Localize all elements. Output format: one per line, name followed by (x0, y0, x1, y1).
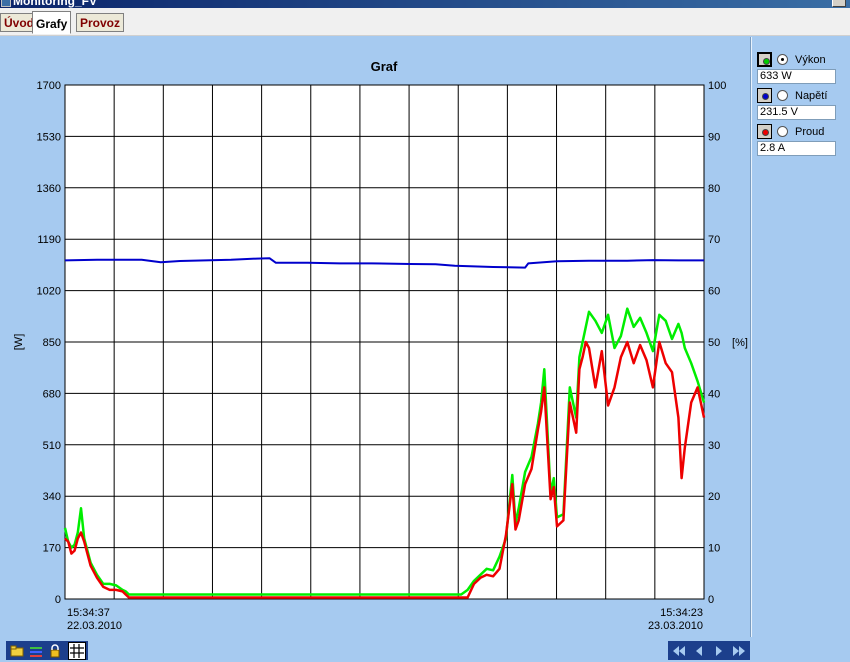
bottom-toolbar (0, 637, 850, 662)
y-tick-label-left: 170 (43, 543, 61, 555)
y-tick-label-right: 70 (708, 234, 720, 246)
y-tick-label-left: 1190 (37, 234, 61, 246)
first-icon[interactable] (670, 643, 688, 659)
x-start-date: 22.03.2010 (67, 620, 122, 632)
y-axis-label-right: [%] (732, 337, 748, 349)
title-bar: Monitoring_FV (0, 0, 850, 8)
legend-label: Proud (795, 126, 825, 138)
x-end-date: 23.03.2010 (648, 620, 703, 632)
tab-bar: Úvod Grafy Provoz (0, 8, 850, 36)
app-icon (1, 0, 11, 7)
legend-color-box[interactable] (757, 88, 772, 103)
y-tick-label-left: 680 (43, 388, 61, 400)
y-tick-label-left: 340 (43, 491, 61, 503)
legend-value: 2.8 A (757, 141, 836, 156)
radio-napeti[interactable] (777, 90, 788, 101)
last-icon[interactable] (730, 643, 748, 659)
y-tick-label-left: 0 (55, 594, 61, 606)
legend-color-box[interactable] (757, 52, 772, 67)
y-tick-label-right: 90 (708, 131, 720, 143)
legend-color-box[interactable] (757, 124, 772, 139)
y-tick-label-left: 510 (43, 440, 61, 452)
legend-value: 231.5 V (757, 105, 836, 120)
y-tick-label-left: 1360 (37, 183, 61, 195)
prev-icon[interactable] (690, 643, 708, 659)
chart-title: Graf (371, 59, 398, 74)
y-tick-label-right: 30 (708, 440, 720, 452)
window-title: Monitoring_FV (13, 0, 97, 8)
radio-vykon[interactable] (777, 54, 788, 65)
layers-icon[interactable] (28, 643, 44, 659)
tab-provoz[interactable]: Provoz (76, 13, 125, 32)
x-end-time: 15:34:23 (660, 607, 703, 619)
blue-dot-icon (762, 93, 769, 100)
y-tick-label-right: 40 (708, 388, 720, 400)
y-axis-left: 0 170 340 510 680 850 1020 1190 1360 1530 1700 (37, 80, 61, 606)
y-tick-label-left: 1530 (37, 131, 61, 143)
y-tick-label-right: 100 (708, 80, 726, 92)
folder-icon[interactable] (9, 643, 25, 659)
window-control-button[interactable] (832, 0, 846, 7)
legend-label: Výkon (795, 54, 826, 66)
y-axis-right: 0 10 20 30 40 50 60 70 80 90 100 (708, 80, 726, 606)
y-tick-label-right: 0 (708, 594, 714, 606)
chart-panel: Graf 0 170 340 510 680 850 1020 1190 1360 1530 170… (0, 37, 850, 662)
grid-icon[interactable] (68, 642, 86, 660)
x-start-time: 15:34:37 (67, 607, 110, 619)
green-dot-icon (763, 58, 770, 65)
y-tick-label-right: 20 (708, 491, 720, 503)
tool-group (6, 641, 88, 660)
y-tick-label-right: 50 (708, 337, 720, 349)
y-tick-label-left: 850 (43, 337, 61, 349)
power-chart: Graf 01703405106808501020119013601530170… (13, 59, 748, 632)
y-tick-label-right: 60 (708, 286, 720, 298)
tab-grafy[interactable]: Grafy (32, 11, 72, 34)
red-dot-icon (762, 129, 769, 136)
y-tick-label-right: 80 (708, 183, 720, 195)
panel-divider (750, 37, 752, 662)
legend-label: Napětí (795, 90, 828, 102)
legend-value: 633 W (757, 69, 836, 84)
y-tick-label-right: 10 (708, 543, 720, 555)
radio-proud[interactable] (777, 126, 788, 137)
y-tick-label-left: 1020 (37, 286, 61, 298)
next-icon[interactable] (710, 643, 728, 659)
y-axis-label-left: [W] (13, 334, 25, 351)
navigation-group (668, 641, 750, 660)
lock-icon[interactable] (47, 643, 63, 659)
y-tick-label-left: 1700 (37, 80, 61, 92)
